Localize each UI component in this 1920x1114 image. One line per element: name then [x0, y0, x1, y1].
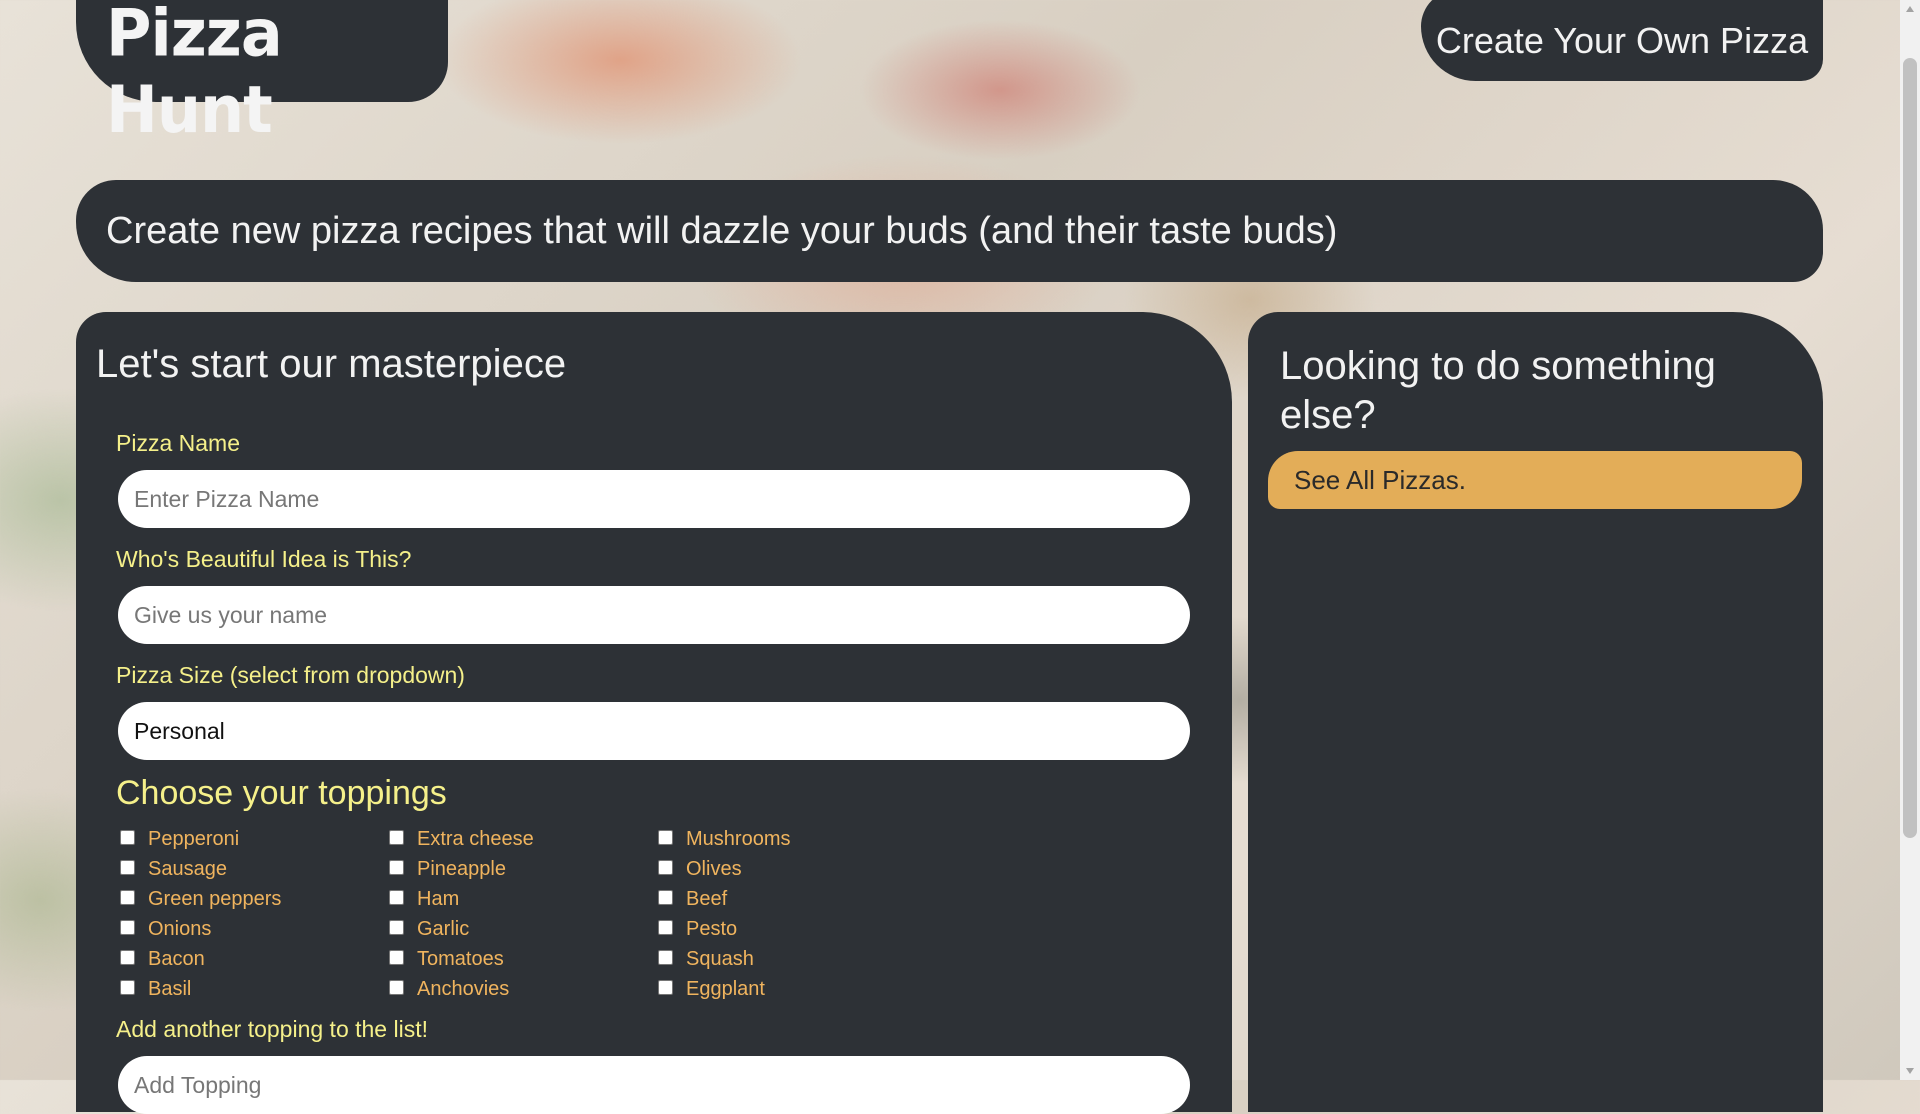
topping-label: Mushrooms [686, 827, 791, 850]
topping-label: Pepperoni [148, 827, 240, 850]
topping-label: Sausage [148, 857, 227, 880]
topping-checkbox-item[interactable]: Olives [658, 854, 927, 884]
new-topping-input[interactable] [118, 1056, 1190, 1114]
topping-label: Green peppers [148, 887, 282, 910]
topping-label: Onions [148, 917, 212, 940]
tagline-banner: Create new pizza recipes that will dazzl… [76, 180, 1823, 282]
checkbox[interactable] [658, 829, 673, 845]
topping-checkbox-item[interactable]: Garlic [389, 914, 658, 944]
topping-checkbox-item[interactable]: Squash [658, 944, 927, 974]
topping-checkbox-item[interactable]: Pineapple [389, 854, 658, 884]
topping-label: Anchovies [417, 977, 510, 1000]
topping-checkbox-item[interactable]: Pesto [658, 914, 927, 944]
topping-label: Squash [686, 947, 754, 970]
topping-label: Beef [686, 887, 728, 910]
pizza-name-input[interactable] [118, 470, 1190, 528]
topping-checkbox-item[interactable]: Pepperoni [120, 824, 389, 854]
topping-checkbox-item[interactable]: Green peppers [120, 884, 389, 914]
topping-label: Pineapple [417, 857, 506, 880]
checkbox[interactable] [389, 859, 404, 875]
scroll-up-arrow-icon[interactable] [1906, 6, 1914, 12]
topping-checkbox-item[interactable]: Beef [658, 884, 927, 914]
created-by-label: Who's Beautiful Idea is This? [116, 546, 412, 572]
sidebar-panel: Looking to do something else? See All Pi… [1248, 312, 1823, 1112]
topping-checkbox-item[interactable]: Eggplant [658, 974, 927, 1004]
create-pizza-button[interactable]: Create Your Own Pizza [1421, 0, 1823, 81]
scrollbar-thumb[interactable] [1903, 58, 1917, 838]
tagline-text: Create new pizza recipes that will dazzl… [106, 209, 1338, 252]
topping-label: Basil [148, 977, 192, 1000]
checkbox[interactable] [389, 829, 404, 845]
new-topping-label: Add another topping to the list! [116, 1016, 428, 1042]
topping-label: Extra cheese [417, 827, 534, 850]
pizza-size-select[interactable]: Personal [118, 702, 1190, 760]
toppings-heading: Choose your toppings [116, 774, 447, 812]
toppings-list: Pepperoni Extra cheese Mushrooms Sausage… [120, 824, 940, 1004]
topping-label: Eggplant [686, 977, 765, 1000]
checkbox[interactable] [120, 829, 135, 845]
checkbox[interactable] [389, 979, 404, 995]
checkbox[interactable] [120, 889, 135, 905]
checkbox[interactable] [658, 889, 673, 905]
topping-checkbox-item[interactable]: Ham [389, 884, 658, 914]
site-logo: Pizza Hunt [106, 0, 283, 148]
checkbox[interactable] [120, 919, 135, 935]
checkbox[interactable] [658, 859, 673, 875]
form-title: Let's start our masterpiece [96, 342, 567, 386]
checkbox[interactable] [658, 919, 673, 935]
topping-checkbox-item[interactable]: Tomatoes [389, 944, 658, 974]
pizza-size-value: Personal [134, 717, 225, 744]
checkbox[interactable] [120, 949, 135, 965]
pizza-size-label: Pizza Size (select from dropdown) [116, 662, 465, 688]
topping-label: Olives [686, 857, 742, 880]
topping-label: Garlic [417, 917, 470, 940]
scroll-down-arrow-icon[interactable] [1906, 1068, 1914, 1074]
topping-checkbox-item[interactable]: Extra cheese [389, 824, 658, 854]
pizza-name-label: Pizza Name [116, 430, 240, 456]
checkbox[interactable] [120, 979, 135, 995]
topping-checkbox-item[interactable]: Mushrooms [658, 824, 927, 854]
checkbox[interactable] [389, 889, 404, 905]
topping-label: Ham [417, 887, 460, 910]
page-scrollbar[interactable] [1900, 0, 1920, 1080]
topping-checkbox-item[interactable]: Bacon [120, 944, 389, 974]
checkbox[interactable] [389, 919, 404, 935]
topping-checkbox-item[interactable]: Onions [120, 914, 389, 944]
sidebar-title: Looking to do something else? [1280, 344, 1716, 437]
logo-badge[interactable]: Pizza Hunt [76, 0, 448, 148]
created-by-input[interactable] [118, 586, 1190, 644]
topping-label: Tomatoes [417, 947, 504, 970]
checkbox[interactable] [389, 949, 404, 965]
topping-checkbox-item[interactable]: Basil [120, 974, 389, 1004]
topping-checkbox-item[interactable]: Sausage [120, 854, 389, 884]
see-all-pizzas-button[interactable]: See All Pizzas. [1268, 451, 1802, 509]
pizza-form-panel: Let's start our masterpiece Pizza Name W… [76, 312, 1232, 1114]
topping-checkbox-item[interactable]: Anchovies [389, 974, 658, 1004]
checkbox[interactable] [658, 949, 673, 965]
topping-label: Bacon [148, 947, 205, 970]
checkbox[interactable] [658, 979, 673, 995]
topping-label: Pesto [686, 917, 738, 940]
checkbox[interactable] [120, 859, 135, 875]
